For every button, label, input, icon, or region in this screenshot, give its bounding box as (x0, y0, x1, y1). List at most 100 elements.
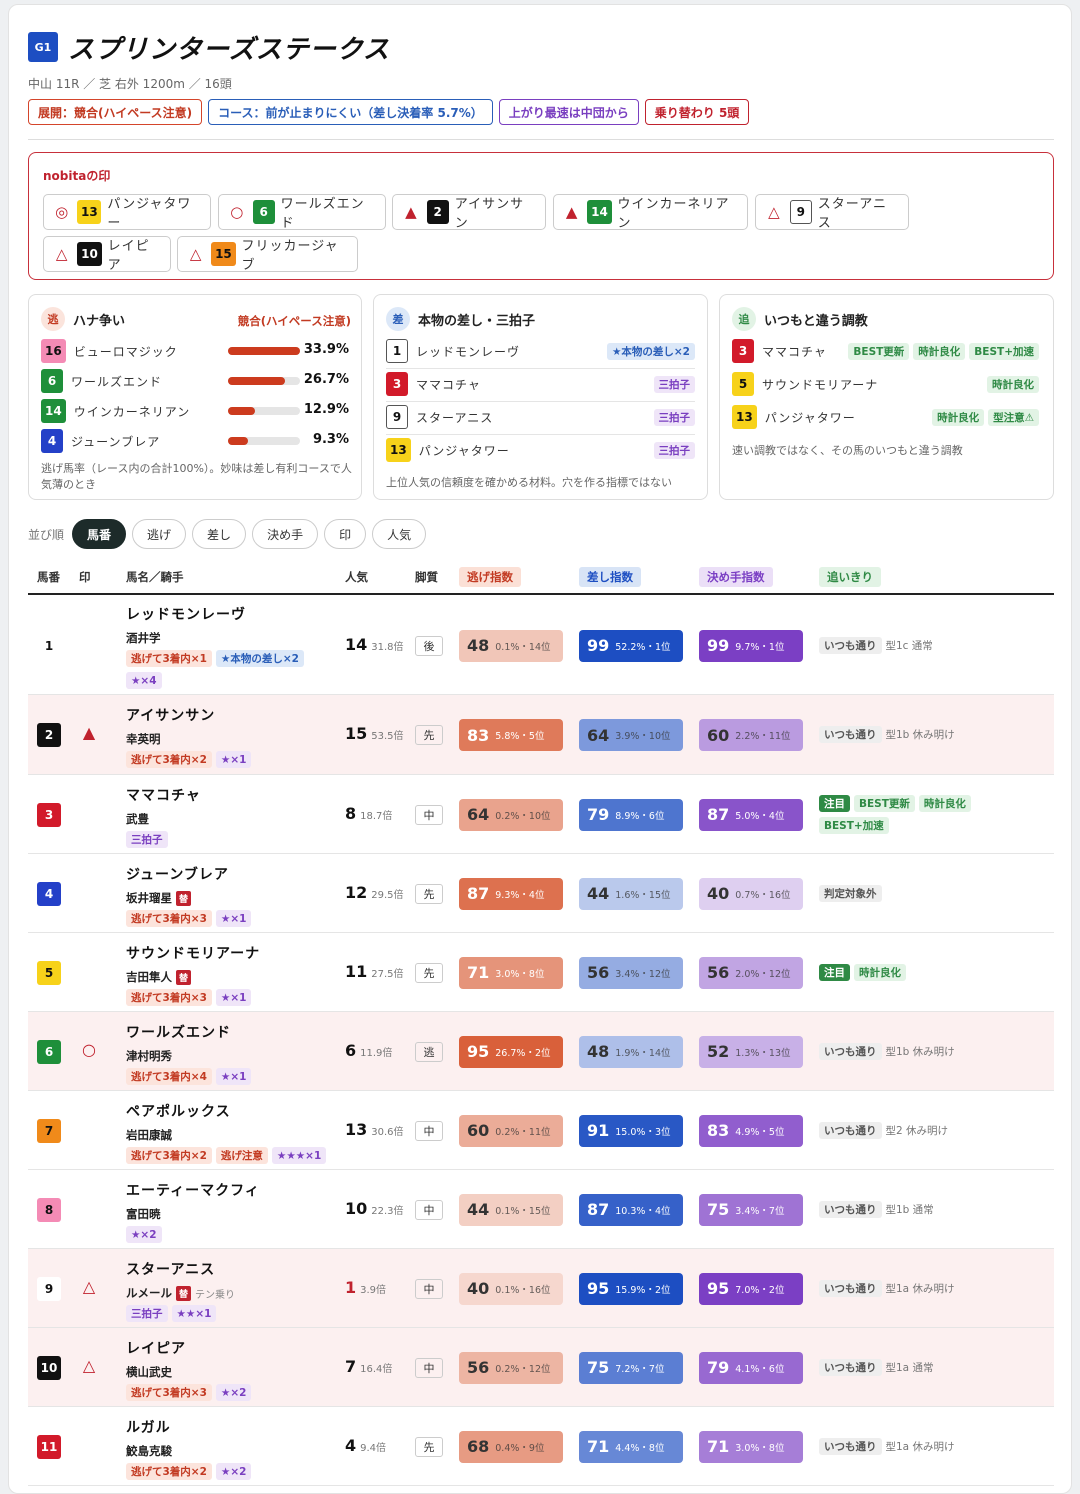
table-row[interactable]: 5 サウンドモリアーナ 吉田隼人替逃げて3着内×3 ★×1 11 27.5倍先 71 3.0%… (28, 933, 1054, 1012)
horse-name[interactable]: エーティーマクフィ (126, 1180, 260, 1200)
workout-row[interactable]: 3 ママコチャ (732, 339, 827, 363)
odds: 27.5倍 (371, 968, 404, 980)
sort-pill[interactable]: 決め手 (252, 519, 319, 549)
horse-number: 1 (37, 633, 61, 658)
sort-pill[interactable]: 馬番 (72, 519, 127, 549)
jockey: 富田暁 (126, 1206, 161, 1222)
workout-row[interactable]: 5 サウンドモリアーナ (732, 372, 878, 396)
horse-tags: 逃げて3着内×3 ★×2 (126, 1384, 252, 1401)
horse-number: 6 (37, 1039, 61, 1064)
horse-name[interactable]: スターアニス (126, 1259, 215, 1279)
horse-name[interactable]: ワールズエンド (126, 1022, 231, 1042)
closer-row[interactable]: 3 ママコチャ (386, 372, 696, 396)
table-row[interactable]: 11 ルガル 鮫島克駿 逃げて3着内×2 ★×2 4 9.4倍 先 68 0.4%・9位 71 4.4… (28, 1407, 1054, 1486)
jockey-change-badge: 替 (176, 1285, 192, 1301)
mark-item[interactable]: △ 9 スターアニス (755, 194, 909, 231)
course-badge[interactable]: コース：前が止まりにくい（差し決着率 5.7%） (208, 99, 493, 125)
nige-index: 40 0.1%・16位 (459, 1272, 563, 1305)
sort-pill[interactable]: 印 (324, 519, 367, 549)
horse-tag: 三拍子 (126, 1305, 168, 1322)
table-row[interactable]: 6 ○ ワールズエンド 津村明秀 逃げて3着内×4 ★×1 6 11.9倍逃 95 26.7%・2… (28, 1012, 1054, 1091)
mark-item[interactable]: ▲ 14 ウインカーネリアン (553, 194, 748, 231)
mark-item[interactable]: ▲ 2 アイサンサン (392, 194, 546, 231)
jockey-name: 坂井瑠星 (126, 891, 172, 905)
running-style: 中 (415, 1120, 443, 1141)
table-row[interactable]: 4 ジューンブレア 坂井瑠星替逃げて3着内×3 ★×1 12 29.5倍先 87 9.3%・4… (28, 854, 1054, 933)
nige-index-value: 44 (467, 1200, 490, 1219)
last3f-badge[interactable]: 上がり最速は中団から (498, 99, 639, 125)
workout-tag: BEST+加速 (819, 816, 889, 834)
sort-pill[interactable]: 逃げ (132, 519, 187, 549)
sashi-index: 56 3.4%・12位 (579, 956, 683, 989)
col-pop[interactable]: 人気 (345, 567, 368, 587)
popularity-rank: 1 (345, 1277, 357, 1297)
jockey: 吉田隼人替 (126, 969, 192, 985)
kime-index: 56 2.0%・12位 (699, 956, 803, 989)
table-row[interactable]: 8 エーティーマクフィ 富田暁 ★×2 10 22.3倍中 44 0.1%・15位 87 10.3… (28, 1170, 1054, 1249)
share-bar-fill (228, 407, 255, 415)
horse-name[interactable]: ジューンブレア (126, 864, 229, 884)
workout-row[interactable]: 13 パンジャタワー (732, 405, 856, 429)
table-row[interactable]: 9 △ スターアニス ルメール替テン乗り 三拍子 ★★×1 1 3.9倍 中 40 0.1%・16位… (28, 1249, 1054, 1328)
horse-tag: 逃げて3着内×2 (126, 751, 212, 768)
table-row[interactable]: 3 ママコチャ 武豊 三拍子 8 18.7倍 中 64 0.2%・10位 79 8.9%・6位 87 5… (28, 775, 1054, 854)
mark-item[interactable]: △ 10 レイピア (43, 236, 171, 273)
kime-index-value: 52 (707, 1042, 730, 1061)
share-pct: 26.7% (303, 372, 349, 387)
horse-number: 13 (386, 438, 411, 462)
jockey: 坂井瑠星替 (126, 890, 192, 906)
table-row[interactable]: 1 レッドモンレーヴ 酒井学 逃げて3着内×1 ★本物の差し×2 ★×4 14 31.8倍後 4… (28, 596, 1054, 695)
closer-row[interactable]: 9 スターアニス (386, 405, 696, 429)
odds: 31.8倍 (371, 641, 404, 653)
front-runner-row[interactable]: 16 ビューロマジック (41, 339, 178, 363)
jockey: ルメール替テン乗り (126, 1285, 235, 1301)
col-no[interactable]: 馬番 (37, 567, 60, 587)
col-kime[interactable]: 決め手指数 (699, 567, 773, 587)
workout-type: 型1a 休み明け (885, 1440, 955, 1453)
table-header: 馬番 印 馬名／騎手 人気 脚質 逃げ指数 差し指数 決め手指数 追いきり (28, 561, 1054, 595)
workout-tag: 時計良化 (987, 376, 1039, 393)
col-mark[interactable]: 印 (79, 567, 91, 587)
nige-index-value: 64 (467, 805, 490, 824)
workout-tags: BEST更新 時計良化 BEST+加速 (848, 343, 1039, 360)
mark-item[interactable]: ◎ 13 パンジャタワー (43, 194, 211, 231)
mark-item[interactable]: ○ 6 ワールズエンド (218, 194, 386, 231)
horse-name[interactable]: レッドモンレーヴ (126, 604, 246, 624)
sashi-index-detail: 7.2%・7位 (615, 1363, 665, 1375)
col-nige[interactable]: 逃げ指数 (459, 567, 521, 587)
sort-pill[interactable]: 人気 (372, 519, 427, 549)
front-runner-row[interactable]: 14 ウインカーネリアン (41, 399, 190, 423)
horse-name[interactable]: ルガル (126, 1417, 171, 1437)
workout-type: 型1a 通常 (885, 1361, 934, 1374)
sashi-index: 44 1.6%・15位 (579, 877, 683, 910)
jockey-change-badge[interactable]: 乗り替わり 5頭 (644, 99, 750, 125)
pace-badge[interactable]: 展開：競合(ハイペース注意) (28, 99, 203, 125)
share-bar (228, 407, 300, 415)
horse-name: パンジャタワー (764, 410, 856, 425)
horse-name[interactable]: レイピア (126, 1338, 186, 1358)
horse-number: 3 (386, 372, 408, 396)
front-runner-row[interactable]: 4 ジューンブレア (41, 429, 160, 453)
workout-tags: 時計良化 型注意⚠ (932, 409, 1039, 426)
share-pct: 12.9% (303, 402, 349, 417)
horse-name[interactable]: アイサンサン (126, 705, 215, 725)
workout-type: 型2 休み明け (885, 1124, 949, 1137)
card-note: 逃げ馬率（レース内の合計100%）。妙味は差し有利コースで人気薄のとき (41, 462, 352, 491)
table-row[interactable]: 7 ペアポルックス 岩田康誠 逃げて3着内×2 逃げ注意 ★★★×1 13 30.6倍中 60 0… (28, 1091, 1054, 1170)
horse-name[interactable]: サウンドモリアーナ (126, 943, 260, 963)
horse-name[interactable]: ペアポルックス (126, 1101, 231, 1121)
closer-row[interactable]: 13 パンジャタワー (386, 438, 696, 462)
sort-pill[interactable]: 差し (192, 519, 247, 549)
horse-name[interactable]: ママコチャ (126, 785, 201, 805)
horse-number: 11 (37, 1434, 61, 1459)
workout-tag: いつも通り (819, 636, 882, 654)
jockey: 津村明秀 (126, 1048, 172, 1064)
sashi-index-value: 44 (587, 884, 610, 903)
mark-item[interactable]: △ 15 フリッカージャブ (177, 236, 358, 273)
front-runner-row[interactable]: 6 ワールズエンド (41, 369, 162, 393)
col-sashi[interactable]: 差し指数 (579, 567, 641, 587)
table-row[interactable]: 10 △ レイピア 横山武史 逃げて3着内×3 ★×2 7 16.4倍 中 56 0.2%・12位 7… (28, 1328, 1054, 1407)
kime-index-detail: 3.0%・8位 (735, 1442, 785, 1454)
sashi-icon: 差 (386, 307, 410, 331)
table-row[interactable]: 2 ▲ アイサンサン 幸英明 逃げて3着内×2 ★×1 15 53.5倍先 83 5.8%・5位 6… (28, 695, 1054, 775)
